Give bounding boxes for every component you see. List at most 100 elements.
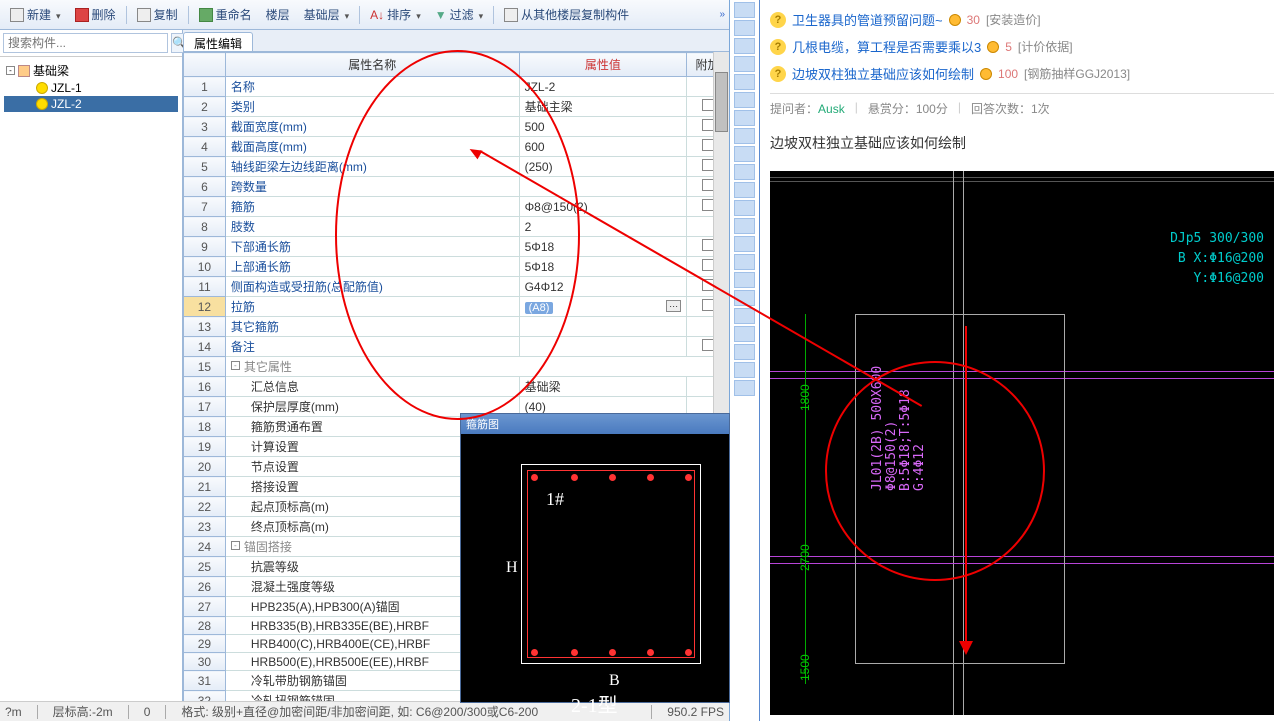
tree-item-jzl2[interactable]: JZL-2 bbox=[4, 96, 178, 112]
collapse-icon[interactable]: - bbox=[231, 541, 240, 550]
row-number[interactable]: 10 bbox=[184, 257, 226, 277]
qa-category[interactable]: [安装造价] bbox=[986, 11, 1041, 28]
property-row[interactable]: 3截面宽度(mm)500 bbox=[184, 117, 729, 137]
row-number[interactable]: 26 bbox=[184, 577, 226, 597]
filter-button[interactable]: ▼过滤 bbox=[429, 3, 489, 26]
property-row[interactable]: 14备注 bbox=[184, 337, 729, 357]
row-number[interactable]: 13 bbox=[184, 317, 226, 337]
checkbox[interactable] bbox=[702, 299, 714, 311]
property-value-cell[interactable] bbox=[519, 317, 687, 337]
row-number[interactable]: 12 bbox=[184, 297, 226, 317]
checkbox[interactable] bbox=[702, 139, 714, 151]
collapse-icon[interactable]: - bbox=[231, 361, 240, 370]
row-number[interactable]: 21 bbox=[184, 477, 226, 497]
property-row[interactable]: 4截面高度(mm)600 bbox=[184, 137, 729, 157]
expand-icon[interactable]: - bbox=[6, 66, 15, 75]
row-number[interactable]: 30 bbox=[184, 653, 226, 671]
property-name-cell[interactable]: 汇总信息 bbox=[225, 377, 519, 397]
floor-button[interactable]: 楼层 bbox=[260, 3, 296, 26]
qa-link-row[interactable]: ?卫生器具的管道预留问题~30[安装造价] bbox=[770, 6, 1274, 33]
row-number[interactable]: 23 bbox=[184, 517, 226, 537]
copy-from-other-button[interactable]: 从其他楼层复制构件 bbox=[498, 3, 635, 26]
scrollbar-thumb[interactable] bbox=[715, 72, 728, 132]
row-number[interactable]: 31 bbox=[184, 671, 226, 691]
qa-title[interactable]: 边坡双柱独立基础应该如何绘制 bbox=[792, 64, 974, 83]
property-value-cell[interactable]: JZL-2 bbox=[519, 77, 687, 97]
row-number[interactable]: 20 bbox=[184, 457, 226, 477]
property-name-cell[interactable]: 下部通长筋 bbox=[225, 237, 519, 257]
property-name-cell[interactable]: 肢数 bbox=[225, 217, 519, 237]
row-number[interactable]: 25 bbox=[184, 557, 226, 577]
search-input[interactable] bbox=[3, 33, 168, 53]
qa-link-row[interactable]: ?几根电缆，算工程是否需要乘以35[计价依据] bbox=[770, 33, 1274, 60]
row-number[interactable]: 11 bbox=[184, 277, 226, 297]
checkbox[interactable] bbox=[702, 239, 714, 251]
property-name-cell[interactable]: 截面宽度(mm) bbox=[225, 117, 519, 137]
property-name-cell[interactable]: 截面高度(mm) bbox=[225, 137, 519, 157]
property-value-cell[interactable]: 600 bbox=[519, 137, 687, 157]
property-name-cell[interactable]: 轴线距梁左边线距离(mm) bbox=[225, 157, 519, 177]
toolbar-overflow-icon[interactable]: » bbox=[719, 9, 725, 20]
property-name-cell[interactable]: 侧面构造或受扭筋(总配筋值) bbox=[225, 277, 519, 297]
row-number[interactable]: 6 bbox=[184, 177, 226, 197]
name-header[interactable]: 属性名称 bbox=[225, 53, 519, 77]
checkbox[interactable] bbox=[702, 339, 714, 351]
property-name-cell[interactable]: 拉筋 bbox=[225, 297, 519, 317]
row-number[interactable]: 9 bbox=[184, 237, 226, 257]
property-name-cell[interactable]: -其它属性 bbox=[225, 357, 728, 377]
value-header[interactable]: 属性值 bbox=[519, 53, 687, 77]
property-value-cell[interactable]: Φ8@150(2) bbox=[519, 197, 687, 217]
property-row[interactable]: 9下部通长筋5Φ18 bbox=[184, 237, 729, 257]
rename-button[interactable]: 重命名 bbox=[193, 3, 258, 26]
delete-button[interactable]: 删除 bbox=[69, 3, 122, 26]
property-value-cell[interactable]: 5Φ18 bbox=[519, 257, 687, 277]
property-name-cell[interactable]: 箍筋 bbox=[225, 197, 519, 217]
property-row[interactable]: 1名称JZL-2 bbox=[184, 77, 729, 97]
property-name-cell[interactable]: 类别 bbox=[225, 97, 519, 117]
property-value-cell[interactable]: G4Φ12 bbox=[519, 277, 687, 297]
property-row[interactable]: 15-其它属性 bbox=[184, 357, 729, 377]
row-number[interactable]: 22 bbox=[184, 497, 226, 517]
property-value-cell[interactable]: (A8)⋯ bbox=[519, 297, 687, 317]
qa-category[interactable]: [计价依据] bbox=[1018, 38, 1073, 55]
property-name-cell[interactable]: 其它箍筋 bbox=[225, 317, 519, 337]
qa-title[interactable]: 几根电缆，算工程是否需要乘以3 bbox=[792, 37, 981, 56]
row-number[interactable]: 18 bbox=[184, 417, 226, 437]
asker-link[interactable]: Ausk bbox=[818, 102, 845, 116]
property-value-cell[interactable]: 基础梁 bbox=[519, 377, 687, 397]
property-name-cell[interactable]: 上部通长筋 bbox=[225, 257, 519, 277]
property-value-cell[interactable]: 基础主梁 bbox=[519, 97, 687, 117]
property-row[interactable]: 11侧面构造或受扭筋(总配筋值)G4Φ12 bbox=[184, 277, 729, 297]
property-row[interactable]: 5轴线距梁左边线距离(mm)(250) bbox=[184, 157, 729, 177]
row-number[interactable]: 14 bbox=[184, 337, 226, 357]
ellipsis-button[interactable]: ⋯ bbox=[666, 300, 681, 312]
new-button[interactable]: 新建 bbox=[4, 3, 67, 26]
row-number[interactable]: 5 bbox=[184, 157, 226, 177]
property-row[interactable]: 6跨数量 bbox=[184, 177, 729, 197]
property-name-cell[interactable]: 备注 bbox=[225, 337, 519, 357]
property-row[interactable]: 2类别基础主梁 bbox=[184, 97, 729, 117]
row-number[interactable]: 7 bbox=[184, 197, 226, 217]
row-number[interactable]: 19 bbox=[184, 437, 226, 457]
checkbox[interactable] bbox=[702, 279, 714, 291]
property-value-cell[interactable]: 2 bbox=[519, 217, 687, 237]
row-number[interactable]: 3 bbox=[184, 117, 226, 137]
checkbox[interactable] bbox=[702, 179, 714, 191]
checkbox[interactable] bbox=[702, 199, 714, 211]
property-row[interactable]: 8肢数2 bbox=[184, 217, 729, 237]
property-row[interactable]: 12拉筋(A8)⋯ bbox=[184, 297, 729, 317]
property-value-cell[interactable]: 500 bbox=[519, 117, 687, 137]
property-value-cell[interactable] bbox=[519, 177, 687, 197]
qa-title[interactable]: 卫生器具的管道预留问题~ bbox=[792, 10, 943, 29]
row-number[interactable]: 27 bbox=[184, 597, 226, 617]
tab-property-edit[interactable]: 属性编辑 bbox=[183, 32, 253, 51]
sort-button[interactable]: A↓排序 bbox=[364, 3, 427, 26]
row-number[interactable]: 15 bbox=[184, 357, 226, 377]
copy-button[interactable]: 复制 bbox=[131, 3, 184, 26]
tree-item-jzl1[interactable]: JZL-1 bbox=[4, 80, 178, 96]
qa-link-row[interactable]: ?边坡双柱独立基础应该如何绘制100[钢筋抽样GGJ2013] bbox=[770, 60, 1274, 87]
row-number[interactable]: 4 bbox=[184, 137, 226, 157]
checkbox[interactable] bbox=[702, 99, 714, 111]
property-name-cell[interactable]: 跨数量 bbox=[225, 177, 519, 197]
row-number[interactable]: 17 bbox=[184, 397, 226, 417]
